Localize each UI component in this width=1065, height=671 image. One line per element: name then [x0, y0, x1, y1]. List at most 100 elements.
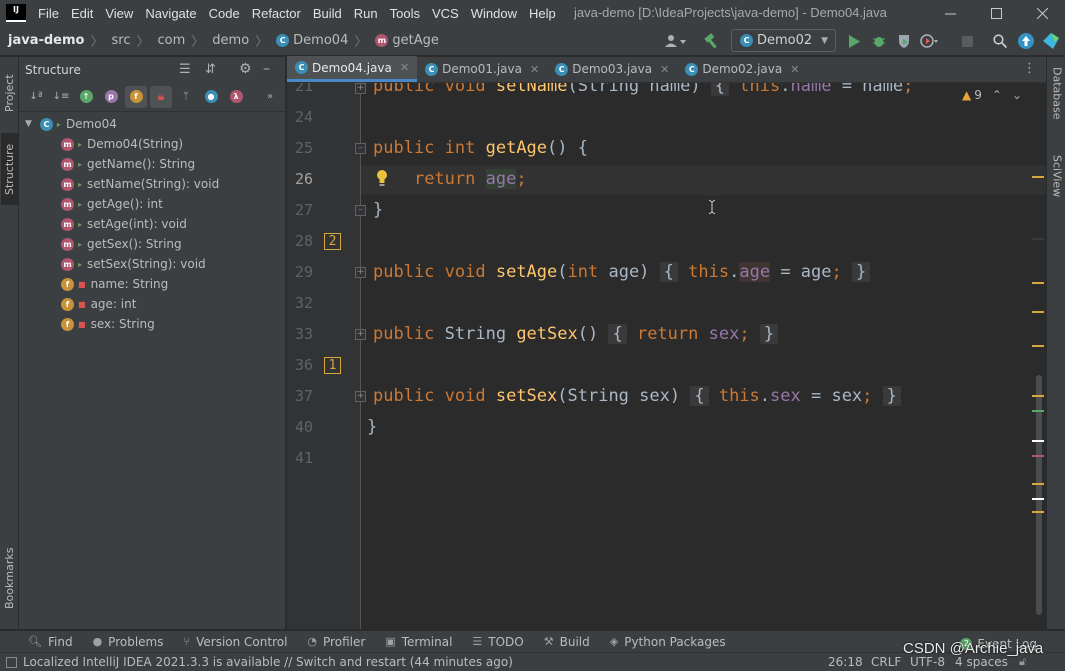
- close-tab-icon[interactable]: ✕: [660, 63, 669, 76]
- tool-build[interactable]: ⚒ Build: [544, 635, 590, 649]
- tree-item-method[interactable]: m ▸ setSex(String): void: [19, 254, 285, 274]
- run-button[interactable]: [845, 32, 863, 50]
- indent-setting[interactable]: 4 spaces: [955, 655, 1008, 669]
- sort-by-visibility-button[interactable]: ↓≡: [50, 86, 72, 108]
- menu-edit[interactable]: Edit: [65, 6, 99, 21]
- tree-item-method[interactable]: m ▸ getAge(): int: [19, 194, 285, 214]
- collapse-all-icon[interactable]: ⇵: [205, 62, 216, 77]
- menu-view[interactable]: View: [99, 6, 139, 21]
- status-toggle-icon[interactable]: [6, 656, 17, 668]
- menu-file[interactable]: File: [32, 6, 65, 21]
- breadcrumb-class[interactable]: C Demo04: [276, 33, 348, 48]
- fold-expand-icon[interactable]: +: [355, 391, 366, 402]
- fold-collapse-icon[interactable]: –: [355, 205, 366, 216]
- menu-vcs[interactable]: VCS: [426, 6, 465, 21]
- tree-item-method[interactable]: m ▸ setAge(int): void: [19, 214, 285, 234]
- tab-structure[interactable]: Structure: [1, 133, 18, 205]
- update-button[interactable]: [1017, 32, 1035, 50]
- menu-refactor[interactable]: Refactor: [246, 6, 307, 21]
- lock-icon[interactable]: 🔓︎: [1019, 655, 1026, 669]
- menu-navigate[interactable]: Navigate: [139, 6, 202, 21]
- fold-collapse-icon[interactable]: –: [355, 143, 366, 154]
- fold-expand-icon[interactable]: +: [355, 267, 366, 278]
- sort-alphabetically-button[interactable]: ↓ª: [25, 86, 47, 108]
- profile-button[interactable]: [920, 32, 938, 50]
- tree-item-method[interactable]: m ▸ Demo04(String): [19, 134, 285, 154]
- bookmark-marker[interactable]: 1: [324, 357, 341, 374]
- show-interfaces-button[interactable]: ●: [200, 86, 222, 108]
- chevron-down-icon[interactable]: ⌄: [1012, 88, 1022, 102]
- user-icon[interactable]: [663, 32, 689, 50]
- hide-panel-icon[interactable]: –: [263, 61, 270, 77]
- menu-window[interactable]: Window: [465, 6, 523, 21]
- close-tab-icon[interactable]: ✕: [400, 61, 409, 74]
- tool-profiler[interactable]: ◔ Profiler: [307, 635, 365, 649]
- coverage-button[interactable]: [895, 32, 913, 50]
- close-tab-icon[interactable]: ✕: [790, 63, 799, 76]
- minimize-button[interactable]: [927, 0, 973, 26]
- error-stripe-mark: [1032, 311, 1044, 313]
- tab-bookmarks[interactable]: Bookmarks: [1, 535, 18, 621]
- toolbox-logo-icon[interactable]: [1042, 32, 1060, 50]
- tree-item-field[interactable]: f ■ age: int: [19, 294, 285, 314]
- show-inherited-button[interactable]: ↑: [75, 86, 97, 108]
- show-anonymous-button[interactable]: ᛘ: [175, 86, 197, 108]
- tool-find[interactable]: 🔍︎ Find: [28, 635, 73, 649]
- close-window-button[interactable]: [1019, 0, 1065, 26]
- tool-terminal[interactable]: ▣ Terminal: [385, 635, 452, 649]
- tree-item-method[interactable]: m ▸ getName(): String: [19, 154, 285, 174]
- stop-button[interactable]: [958, 32, 976, 50]
- build-hammer-icon[interactable]: [703, 32, 721, 50]
- file-encoding[interactable]: UTF-8: [910, 655, 945, 669]
- tab-project[interactable]: Project: [1, 63, 18, 123]
- status-message[interactable]: Localized IntelliJ IDEA 2021.3.3 is avai…: [23, 655, 513, 669]
- menu-code[interactable]: Code: [203, 6, 246, 21]
- fold-expand-icon[interactable]: +: [355, 329, 366, 340]
- run-configuration-select[interactable]: C Demo02 ▼: [731, 29, 836, 52]
- editor-scrollbar[interactable]: [1032, 83, 1046, 629]
- tab-demo03-java[interactable]: C Demo03.java ✕: [547, 56, 677, 82]
- tool-problems[interactable]: ● Problems: [93, 635, 164, 649]
- menu-build[interactable]: Build: [307, 6, 348, 21]
- tab-demo04-java[interactable]: C Demo04.java ✕: [287, 56, 418, 82]
- bookmark-marker[interactable]: 2: [324, 233, 341, 250]
- tool-version-control[interactable]: ⑂ Version Control: [183, 635, 287, 649]
- more-options-button[interactable]: »: [259, 86, 281, 108]
- line-separator[interactable]: CRLF: [871, 655, 901, 669]
- tree-root-demo04[interactable]: ▼ C ▸ Demo04: [19, 114, 285, 134]
- menu-run[interactable]: Run: [348, 6, 384, 21]
- show-lambdas-button[interactable]: λ: [225, 86, 247, 108]
- search-everywhere-button[interactable]: [991, 32, 1009, 50]
- show-non-public-button[interactable]: 🔒︎: [150, 85, 172, 108]
- tab-demo01-java[interactable]: C Demo01.java ✕: [417, 56, 547, 82]
- inspection-widget[interactable]: ▲ 9 ⌃ ⌄: [962, 88, 1022, 102]
- gear-icon[interactable]: ⚙: [239, 61, 252, 77]
- tool-python-packages[interactable]: ◈ Python Packages: [610, 635, 726, 649]
- tree-item-method[interactable]: m ▸ getSex(): String: [19, 234, 285, 254]
- close-tab-icon[interactable]: ✕: [530, 63, 539, 76]
- fold-expand-icon[interactable]: +: [355, 83, 366, 94]
- tab-database[interactable]: Database: [1049, 67, 1065, 137]
- code-editor[interactable]: 21 24 25 26 27 28 29 32 33 36 37 40 41 2…: [287, 83, 1046, 629]
- maximize-button[interactable]: [973, 0, 1019, 26]
- caret-position[interactable]: 26:18: [828, 655, 863, 669]
- menu-tools[interactable]: Tools: [384, 6, 426, 21]
- breadcrumb-project[interactable]: java-demo: [8, 33, 84, 48]
- tree-item-field[interactable]: f ■ sex: String: [19, 314, 285, 334]
- tree-item-field[interactable]: f ■ name: String: [19, 274, 285, 294]
- show-fields-button[interactable]: f: [125, 85, 147, 108]
- menu-help[interactable]: Help: [523, 6, 562, 21]
- tree-item-method[interactable]: m ▸ setName(String): void: [19, 174, 285, 194]
- expand-all-icon[interactable]: ☰: [179, 62, 191, 77]
- breadcrumb-method[interactable]: m getAge: [375, 33, 439, 48]
- tab-sciview[interactable]: SciView: [1049, 155, 1065, 213]
- more-tabs-icon[interactable]: ⋮: [1023, 61, 1036, 76]
- breadcrumb-src[interactable]: src: [112, 33, 131, 48]
- breadcrumb-com[interactable]: com: [158, 33, 186, 48]
- tool-todo[interactable]: ☰ TODO: [472, 635, 523, 649]
- breadcrumb-demo[interactable]: demo: [212, 33, 249, 48]
- show-properties-button[interactable]: p: [100, 86, 122, 108]
- chevron-up-icon[interactable]: ⌃: [992, 88, 1002, 102]
- debug-button[interactable]: [870, 32, 888, 50]
- tab-demo02-java[interactable]: C Demo02.java ✕: [677, 56, 807, 82]
